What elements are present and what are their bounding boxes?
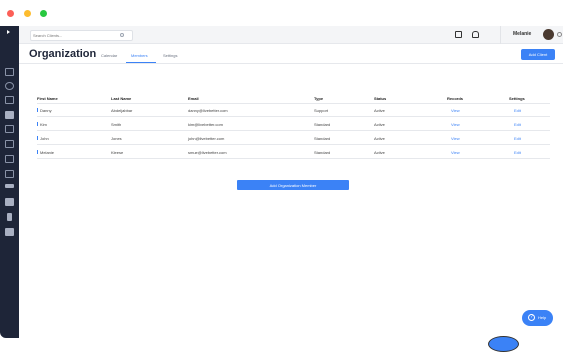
status: Active xyxy=(374,122,385,127)
checklist-icon[interactable] xyxy=(455,31,462,38)
add-organization-member-button[interactable]: Add Organization Member xyxy=(237,180,349,190)
column-header: Last Name xyxy=(111,96,132,101)
add-client-button[interactable]: Add Client xyxy=(521,49,555,60)
email: kim@livebetter.com xyxy=(188,122,223,127)
column-header: Records xyxy=(447,96,464,101)
doc-icon[interactable] xyxy=(5,198,14,206)
search-icon[interactable] xyxy=(120,33,124,37)
drag-handle-icon[interactable] xyxy=(37,108,38,112)
page-header: Organization Calendar Members Settings A… xyxy=(19,44,563,64)
first-name: Melanie xyxy=(40,150,55,155)
sidebar xyxy=(0,26,19,338)
column-header: First Name xyxy=(37,96,58,101)
inbox-icon[interactable] xyxy=(5,155,14,163)
help-circle-icon[interactable] xyxy=(488,336,519,352)
search-box[interactable] xyxy=(30,30,133,41)
column-header: Settings xyxy=(509,96,525,101)
tab-calendar[interactable]: Calendar xyxy=(101,53,117,58)
first-name: Kim xyxy=(40,122,47,127)
divider xyxy=(37,158,550,159)
window-titlebar xyxy=(0,0,563,26)
first-name: Danny xyxy=(40,108,52,113)
building-icon[interactable] xyxy=(5,111,14,119)
view-records-link[interactable]: View xyxy=(451,108,460,113)
type: Standard xyxy=(314,136,331,141)
column-header: Email xyxy=(188,96,199,101)
view-records-link[interactable]: View xyxy=(451,122,460,127)
home-icon[interactable] xyxy=(5,68,14,76)
maximize-window-button[interactable] xyxy=(40,10,47,17)
type: Standard xyxy=(314,150,331,155)
help-label: Help xyxy=(538,315,547,320)
question-icon: ? xyxy=(528,314,535,321)
type: Support xyxy=(314,108,329,113)
divider xyxy=(37,130,550,131)
tab-settings[interactable]: Settings xyxy=(163,53,177,58)
last-name: Abdeljabbar xyxy=(111,108,133,113)
type: Standard xyxy=(314,122,331,127)
divider xyxy=(37,116,550,117)
drag-handle-icon[interactable] xyxy=(37,136,38,140)
last-name: Kleese xyxy=(111,150,124,155)
calendar-icon[interactable] xyxy=(5,140,14,148)
top-bar: Melanie xyxy=(19,26,563,352)
edit-link[interactable]: Edit xyxy=(514,108,521,113)
bars-icon[interactable] xyxy=(7,213,12,221)
active-tab-indicator xyxy=(126,62,156,63)
link-icon[interactable] xyxy=(5,96,14,104)
column-header: Status xyxy=(374,96,387,101)
drag-handle-icon[interactable] xyxy=(37,150,38,154)
drag-handle-icon[interactable] xyxy=(37,122,38,126)
view-records-link[interactable]: View xyxy=(451,136,460,141)
bell-icon[interactable] xyxy=(472,31,479,38)
view-records-link[interactable]: View xyxy=(451,150,460,155)
divider xyxy=(37,103,550,104)
email: john@livebetter.com xyxy=(188,136,225,141)
expand-sidebar-icon[interactable] xyxy=(7,30,10,34)
minimize-window-button[interactable] xyxy=(24,10,31,17)
status: Active xyxy=(374,108,385,113)
group-icon[interactable] xyxy=(5,125,14,133)
status: Active xyxy=(374,136,385,141)
gear-icon[interactable] xyxy=(557,32,562,37)
divider xyxy=(37,144,550,145)
last-name: Smith xyxy=(111,122,122,127)
edit-link[interactable]: Edit xyxy=(514,122,521,127)
email: smue@livebetter.com xyxy=(188,150,227,155)
help-button[interactable]: ? Help xyxy=(522,310,553,326)
email: danny@livebetter.com xyxy=(188,108,228,113)
search-icon[interactable] xyxy=(5,82,14,90)
column-header: Type xyxy=(314,96,324,101)
note-icon[interactable] xyxy=(5,228,14,236)
close-window-button[interactable] xyxy=(7,10,14,17)
clipboard-icon[interactable] xyxy=(5,170,14,178)
last-name: Jones xyxy=(111,136,122,141)
first-name: John xyxy=(40,136,49,141)
divider xyxy=(500,26,501,44)
status: Active xyxy=(374,150,385,155)
avatar[interactable] xyxy=(543,29,554,40)
truck-icon[interactable] xyxy=(5,184,14,188)
tab-members[interactable]: Members xyxy=(131,53,148,58)
user-name[interactable]: Melanie xyxy=(513,31,531,37)
page-title: Organization xyxy=(29,48,97,60)
edit-link[interactable]: Edit xyxy=(514,150,521,155)
search-input[interactable] xyxy=(33,31,113,40)
edit-link[interactable]: Edit xyxy=(514,136,521,141)
